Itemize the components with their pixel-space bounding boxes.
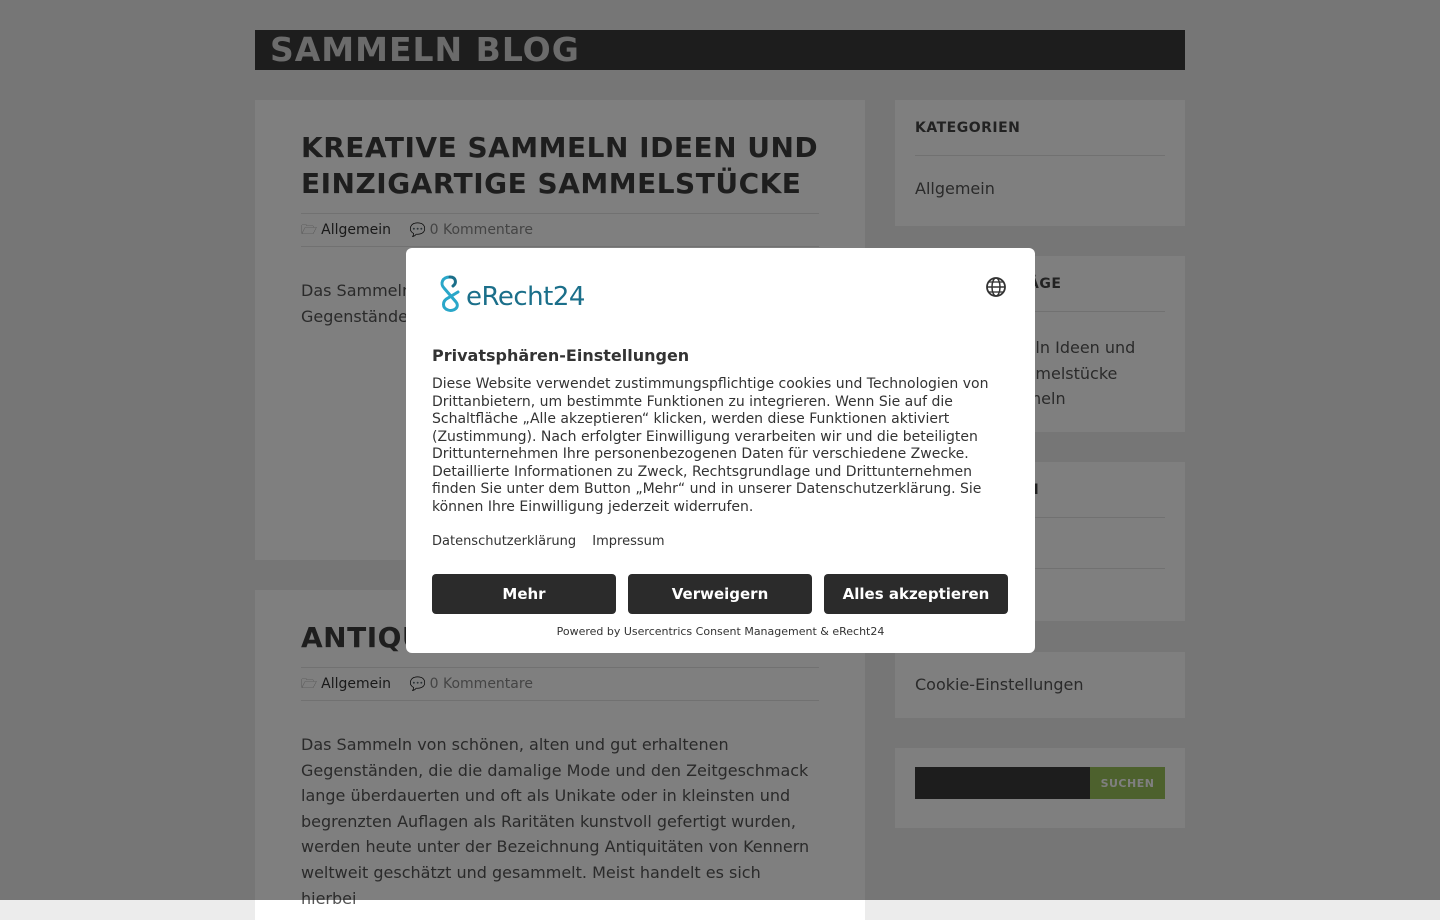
consent-links: Datenschutzerklärung Impressum [432, 534, 677, 549]
consent-dialog: eRecht24 Privatsphären-Einstellungen Die… [406, 248, 1035, 653]
erecht24-logo: eRecht24 [432, 274, 592, 314]
more-button[interactable]: Mehr [432, 574, 616, 614]
accept-all-button[interactable]: Alles akzeptieren [824, 574, 1008, 614]
erecht24-logo-icon [440, 275, 460, 312]
imprint-link[interactable]: Impressum [592, 534, 664, 549]
deny-button[interactable]: Verweigern [628, 574, 812, 614]
powered-by-text: Powered by Usercentrics Consent Manageme… [556, 625, 885, 638]
privacy-policy-link[interactable]: Datenschutzerklärung [432, 534, 576, 549]
consent-title: Privatsphären-Einstellungen [432, 346, 690, 365]
globe-icon[interactable] [985, 276, 1007, 298]
consent-text: Diese Website verwendet zustimmungspflic… [432, 376, 989, 515]
erecht24-logo-text: eRecht24 [466, 282, 585, 312]
